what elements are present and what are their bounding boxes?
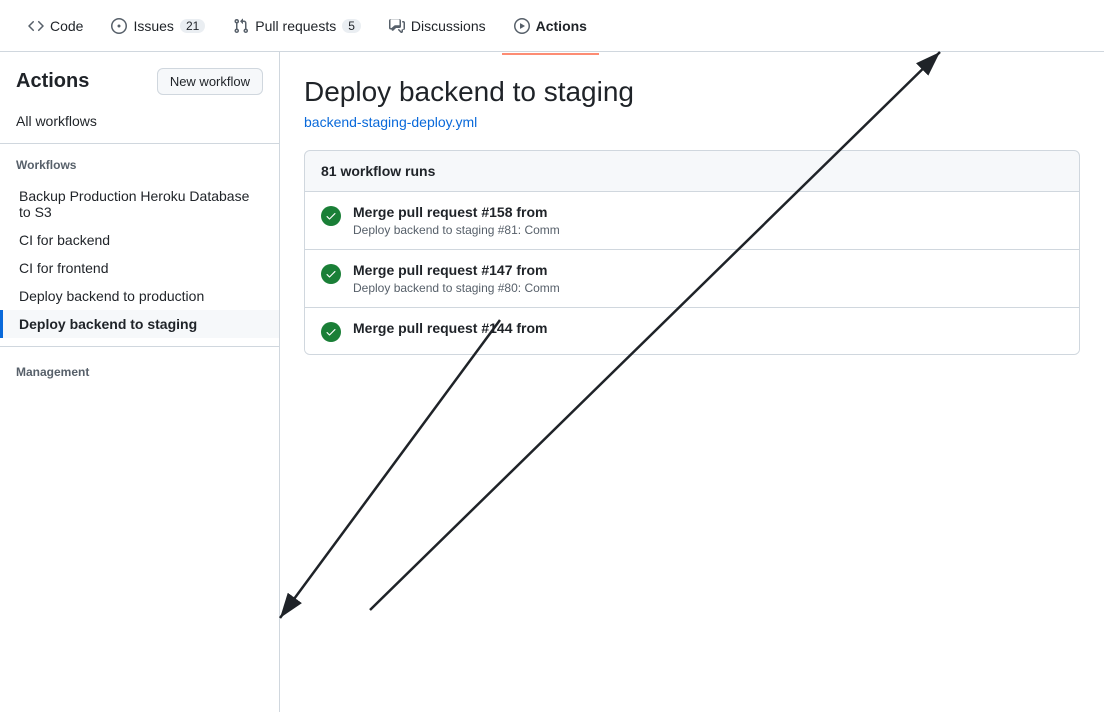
nav-pr-label: Pull requests [255, 18, 336, 34]
management-section-title: Management [0, 359, 279, 385]
sidebar-divider-2 [0, 346, 279, 347]
nav-pull-requests[interactable]: Pull requests 5 [221, 10, 373, 42]
run-title-3: Merge pull request #144 from [353, 320, 1063, 336]
workflow-item-deploy-staging[interactable]: Deploy backend to staging [0, 310, 279, 338]
pr-badge: 5 [342, 19, 361, 33]
workflow-item-ci-backend[interactable]: CI for backend [0, 226, 279, 254]
workflow-title: Deploy backend to staging [304, 76, 1080, 108]
sidebar: Actions New workflow All workflows Workf… [0, 52, 280, 712]
runs-header: 81 workflow runs [305, 151, 1079, 192]
run-title-2: Merge pull request #147 from [353, 262, 1063, 278]
sidebar-divider [0, 143, 279, 144]
nav-issues[interactable]: Issues 21 [99, 10, 217, 42]
run-item-2[interactable]: Merge pull request #147 from Deploy back… [305, 250, 1079, 308]
workflow-file-link[interactable]: backend-staging-deploy.yml [304, 114, 477, 130]
discussions-icon [389, 18, 405, 34]
sidebar-header: Actions New workflow [0, 68, 279, 107]
run-info-1: Merge pull request #158 from Deploy back… [353, 204, 1063, 237]
nav-code-label: Code [50, 18, 83, 34]
issues-badge: 21 [180, 19, 205, 33]
actions-icon [514, 18, 530, 34]
all-workflows-link[interactable]: All workflows [0, 107, 279, 135]
main-content: Deploy backend to staging backend-stagin… [280, 52, 1104, 712]
run-status-success-1 [321, 206, 341, 226]
workflow-item-ci-frontend[interactable]: CI for frontend [0, 254, 279, 282]
run-item-3[interactable]: Merge pull request #144 from [305, 308, 1079, 354]
run-subtitle-1: Deploy backend to staging #81: Comm [353, 223, 1063, 237]
nav-actions[interactable]: Actions [502, 10, 599, 42]
nav-discussions[interactable]: Discussions [377, 10, 498, 42]
nav-code[interactable]: Code [16, 10, 95, 42]
code-icon [28, 18, 44, 34]
run-info-3: Merge pull request #144 from [353, 320, 1063, 339]
pr-icon [233, 18, 249, 34]
run-title-1: Merge pull request #158 from [353, 204, 1063, 220]
nav-issues-label: Issues [133, 18, 173, 34]
new-workflow-button[interactable]: New workflow [157, 68, 263, 95]
run-status-success-2 [321, 264, 341, 284]
workflow-item-deploy-production[interactable]: Deploy backend to production [0, 282, 279, 310]
workflows-section-title: Workflows [0, 152, 279, 178]
run-status-success-3 [321, 322, 341, 342]
top-nav: Code Issues 21 Pull requests 5 Discussio… [0, 0, 1104, 52]
issues-icon [111, 18, 127, 34]
nav-discussions-label: Discussions [411, 18, 486, 34]
runs-section: 81 workflow runs Merge pull request #158… [304, 150, 1080, 355]
sidebar-title: Actions [16, 70, 89, 93]
run-subtitle-2: Deploy backend to staging #80: Comm [353, 281, 1063, 295]
nav-actions-label: Actions [536, 18, 587, 34]
workflow-item-backup[interactable]: Backup Production Heroku Database to S3 [0, 182, 279, 226]
main-layout: Actions New workflow All workflows Workf… [0, 52, 1104, 712]
run-item-1[interactable]: Merge pull request #158 from Deploy back… [305, 192, 1079, 250]
run-info-2: Merge pull request #147 from Deploy back… [353, 262, 1063, 295]
